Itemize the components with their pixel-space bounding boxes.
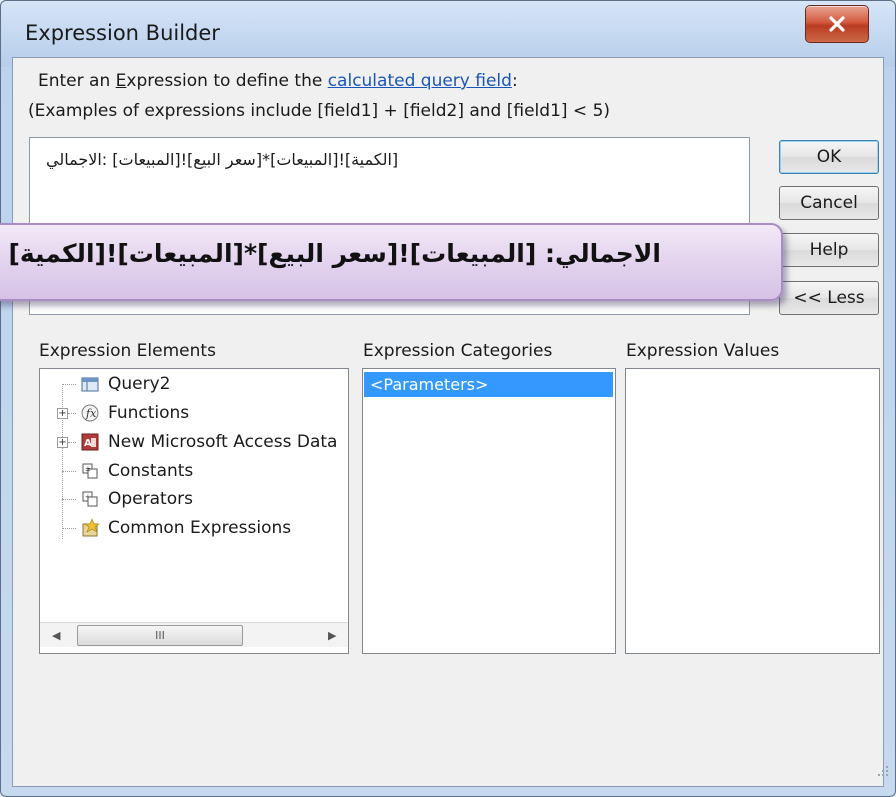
tree-line [62, 528, 76, 529]
prompt-colon: : [511, 71, 518, 91]
expression-elements-tree[interactable]: + + Query2 fx Functions A New Microsoft … [39, 368, 349, 654]
tree-item-query2[interactable]: Query2 [80, 374, 170, 394]
svg-text:+: + [85, 493, 91, 501]
tree-item-label: Operators [108, 489, 193, 509]
tree-line [62, 499, 76, 500]
tree-line [68, 413, 76, 414]
close-button[interactable] [805, 5, 869, 43]
expression-values-label: Expression Values [626, 341, 780, 361]
expand-database-button[interactable]: + [57, 437, 68, 448]
expression-callout: الاجمالي: [المبيعات]![سعر البيع]*[المبيع… [0, 223, 783, 301]
tree-item-common-expressions[interactable]: Common Expressions [80, 518, 291, 538]
calculated-query-field-link[interactable]: calculated query field [328, 71, 512, 91]
tree-line [68, 442, 76, 443]
tree-item-functions[interactable]: fx Functions [80, 403, 189, 423]
dialog-window: Expression Builder Enter an Expression t… [0, 0, 896, 797]
query-icon [81, 377, 99, 392]
prompt-text: Enter an [38, 71, 116, 91]
expand-functions-button[interactable]: + [57, 408, 68, 419]
tree-item-label: Query2 [108, 374, 171, 394]
help-button[interactable]: Help [779, 233, 879, 267]
operators-icon: + [82, 491, 98, 507]
tree-line [62, 384, 76, 385]
expression-categories-label: Expression Categories [363, 341, 553, 361]
ok-button[interactable]: OK [779, 140, 879, 174]
cancel-button[interactable]: Cancel [779, 186, 879, 220]
common-expressions-icon [82, 518, 100, 537]
expression-elements-label: Expression Elements [39, 341, 216, 361]
function-icon: fx [81, 404, 99, 422]
category-item-parameters[interactable]: <Parameters> [364, 372, 613, 397]
expression-values-list[interactable] [625, 368, 880, 654]
scroll-thumb[interactable]: III [77, 625, 243, 646]
prompt-text-mid: xpression to define the [126, 71, 328, 91]
svg-text:fx: fx [85, 407, 97, 420]
prompt-accelerator: E [115, 71, 127, 91]
expression-text: [الكمية]![المبيعات]*[سعر البيع]![المبيعا… [46, 150, 399, 169]
tree-item-constants[interactable]: ± Constants [80, 461, 193, 481]
tree-item-label: Common Expressions [108, 518, 292, 538]
tree-item-label: New Microsoft Access Data [108, 432, 338, 452]
tree-line [62, 471, 76, 472]
close-icon [829, 16, 845, 32]
scroll-left-icon[interactable]: ◀ [52, 629, 60, 642]
tree-item-operators[interactable]: + Operators [80, 489, 193, 509]
database-icon: A [81, 433, 99, 451]
elements-horizontal-scrollbar[interactable]: ◀ III ▶ [40, 622, 348, 647]
scroll-right-icon[interactable]: ▶ [328, 629, 336, 642]
tree-item-label: Functions [108, 403, 190, 423]
prompt-line-1: Enter an Expression to define the calcul… [38, 71, 518, 91]
svg-text:A: A [84, 438, 92, 449]
tree-item-database[interactable]: A New Microsoft Access Data [80, 432, 337, 452]
resize-grip-icon[interactable] [875, 763, 889, 777]
constants-icon: ± [82, 463, 98, 479]
tree-item-label: Constants [108, 461, 194, 481]
less-button[interactable]: << Less [779, 281, 879, 315]
expression-categories-list[interactable] [362, 368, 616, 654]
prompt-line-2: (Examples of expressions include [field1… [28, 101, 611, 121]
window-title: Expression Builder [25, 21, 220, 45]
svg-text:±: ± [85, 465, 91, 473]
callout-text: الاجمالي: [المبيعات]![سعر البيع]*[المبيع… [8, 239, 661, 268]
